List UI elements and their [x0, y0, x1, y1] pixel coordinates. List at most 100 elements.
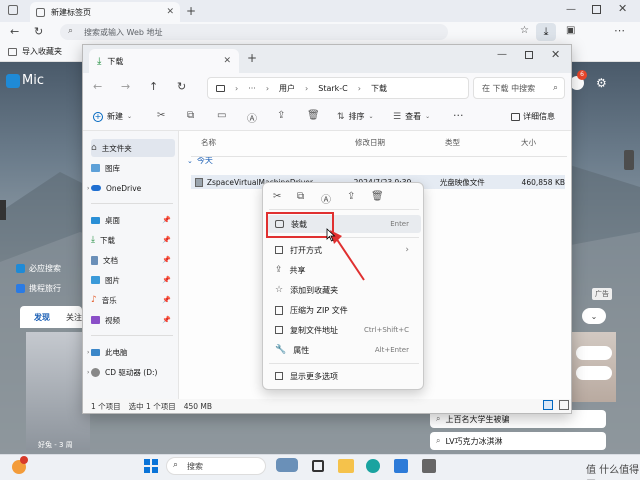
edge-browser-icon[interactable] [366, 459, 380, 473]
close-tab-icon[interactable]: ✕ [166, 7, 174, 17]
chevron-right-icon[interactable]: › [87, 185, 89, 192]
sidebar-toggle[interactable] [624, 150, 634, 170]
bing-icon [16, 263, 25, 273]
tiles-view-icon[interactable] [559, 400, 569, 410]
sidebar-item-pictures[interactable]: 图片 📌 [91, 271, 175, 289]
paste-icon[interactable]: ▭ [217, 110, 226, 121]
delete-icon[interactable]: 🗑 [307, 110, 320, 121]
file-explorer-icon[interactable] [338, 459, 354, 473]
forward-arrow-icon[interactable]: → [121, 80, 130, 93]
details-view-icon[interactable] [543, 400, 553, 410]
view-label: 查看 [405, 112, 422, 121]
breadcrumb-item[interactable]: 用户 [279, 83, 295, 94]
news-item-ctrip[interactable]: 携程旅行 [16, 280, 82, 296]
pin-icon: 📌 [162, 316, 171, 324]
copy-icon[interactable]: ⧉ [297, 191, 304, 202]
feed-chip[interactable] [576, 366, 612, 380]
favorites-icon[interactable]: ☆ [520, 25, 529, 36]
chevron-right-icon[interactable]: › [87, 349, 89, 356]
back-arrow-icon[interactable]: ← [93, 80, 102, 93]
pin-icon: 📌 [162, 236, 171, 244]
sidebar-item-this-pc[interactable]: › 此电脑 [87, 343, 175, 361]
sort-button[interactable]: ⇅ 排序 ⌄ [337, 111, 374, 122]
new-tab-button[interactable]: + [247, 51, 257, 65]
refresh-icon[interactable]: ↻ [177, 80, 186, 93]
column-header-size[interactable]: 大小 [521, 137, 536, 148]
address-breadcrumb[interactable]: › ··· › 用户 › Stark-C › 下载 [207, 77, 469, 99]
chevron-right-icon[interactable]: › [87, 369, 89, 376]
view-button[interactable]: ☰ 查看 ⌄ [393, 111, 430, 122]
trending-item[interactable]: ⌕ LV巧克力冰淇淋 [430, 432, 606, 450]
more-options-icon[interactable]: ··· [453, 109, 464, 122]
menu-item-compress-zip[interactable]: 压缩为 ZIP 文件 [267, 301, 421, 319]
refresh-icon[interactable]: ↻ [34, 25, 43, 38]
new-tab-button[interactable]: + [186, 4, 196, 18]
sidebar-item-documents[interactable]: 文档 📌 [91, 251, 175, 269]
menu-item-show-more[interactable]: 显示更多选项 [267, 367, 421, 385]
breadcrumb-item[interactable]: 下载 [371, 83, 387, 94]
close-window-icon[interactable]: ✕ [618, 2, 627, 15]
address-bar[interactable]: ⌕ 搜索或输入 Web 地址 [60, 24, 448, 40]
import-favorites-link[interactable]: 导入收藏夹 [22, 46, 62, 57]
download-arrow-icon: ⤓ [97, 55, 102, 67]
share-icon[interactable]: ⇪ [347, 191, 355, 202]
tab-actions-icon[interactable] [8, 5, 18, 15]
sidebar-item-onedrive[interactable]: › OneDrive [87, 179, 175, 197]
feed-collapse-icon[interactable]: ⌄ [582, 308, 606, 324]
shark-app-icon[interactable] [276, 458, 298, 472]
explorer-search-input[interactable]: 在 下载 中搜索 ⌕ [473, 77, 565, 99]
feed-chip[interactable] [576, 346, 612, 360]
column-header-type[interactable]: 类型 [445, 137, 460, 148]
search-placeholder: 在 下载 中搜索 [482, 83, 536, 93]
news-card-image[interactable] [26, 332, 90, 450]
copy-icon[interactable]: ⧉ [187, 110, 194, 121]
task-view-icon[interactable] [312, 460, 324, 472]
tab-discover[interactable]: 发现 [34, 312, 50, 323]
ellipsis-icon[interactable]: ··· [248, 84, 256, 93]
settings-gear-icon[interactable]: ⚙ [596, 76, 607, 90]
store-icon[interactable] [394, 459, 408, 473]
close-window-icon[interactable]: ✕ [551, 48, 560, 61]
taskbar-search[interactable]: ⌕ 搜索 [166, 457, 266, 475]
sidebar-item-music[interactable]: ♪ 音乐 📌 [91, 291, 175, 309]
sidebar-item-gallery[interactable]: 图库 [91, 159, 175, 177]
minimize-icon[interactable]: — [497, 49, 507, 60]
more-options-icon[interactable]: ⋯ [614, 24, 625, 37]
menu-item-label: 打开方式 [290, 245, 322, 255]
close-tab-icon[interactable]: ✕ [223, 56, 231, 66]
tab-follow[interactable]: 关注 [66, 312, 82, 323]
sidebar-item-home[interactable]: ⌂ 主文件夹 [91, 139, 175, 157]
column-header-date[interactable]: 修改日期 [355, 137, 385, 148]
menu-item-properties[interactable]: 🔧 属性 Alt+Enter [267, 341, 421, 359]
open-with-icon [275, 246, 283, 254]
rename-icon[interactable]: Ⓐ [247, 110, 257, 125]
breadcrumb-item[interactable]: Stark-C [318, 84, 348, 93]
side-edge-handle[interactable] [0, 200, 6, 220]
maximize-icon[interactable] [592, 5, 601, 14]
windows-start-icon[interactable] [144, 459, 158, 473]
news-item-bing[interactable]: 必应搜索 [16, 260, 82, 276]
menu-item-copy-path[interactable]: 复制文件地址 Ctrl+Shift+C [267, 321, 421, 339]
browser-tab-newtab[interactable]: 新建标签页 ✕ [30, 2, 180, 22]
explorer-tab-downloads[interactable]: ⤓ 下载 ✕ [89, 49, 239, 73]
cut-icon[interactable]: ✂ [273, 191, 281, 202]
details-pane-button[interactable]: 详细信息 [511, 111, 555, 122]
rename-icon[interactable]: Ⓐ [321, 191, 331, 206]
sidebar-item-videos[interactable]: 视频 📌 [91, 311, 175, 329]
cut-icon[interactable]: ✂ [157, 110, 165, 121]
sidebar-item-downloads[interactable]: ⤓ 下载 📌 [91, 231, 175, 249]
back-arrow-icon[interactable]: ← [10, 25, 19, 38]
sidebar-item-desktop[interactable]: 桌面 📌 [91, 211, 175, 229]
collections-icon[interactable]: ▣ [566, 25, 575, 36]
column-header-name[interactable]: 名称 [201, 137, 216, 148]
sidebar-item-cd-drive[interactable]: › CD 驱动器 (D:) [87, 363, 175, 381]
minimize-icon[interactable]: — [566, 4, 576, 15]
vm-app-icon[interactable] [422, 459, 436, 473]
sidebar-item-label: OneDrive [106, 183, 142, 193]
up-arrow-icon[interactable]: ↑ [149, 80, 158, 93]
share-icon[interactable]: ⇪ [277, 110, 285, 121]
maximize-icon[interactable] [525, 51, 533, 59]
delete-icon[interactable]: 🗑 [371, 191, 384, 202]
new-button[interactable]: + 新建 ⌄ [93, 111, 132, 122]
downloads-icon[interactable]: ⤓ [536, 23, 556, 41]
